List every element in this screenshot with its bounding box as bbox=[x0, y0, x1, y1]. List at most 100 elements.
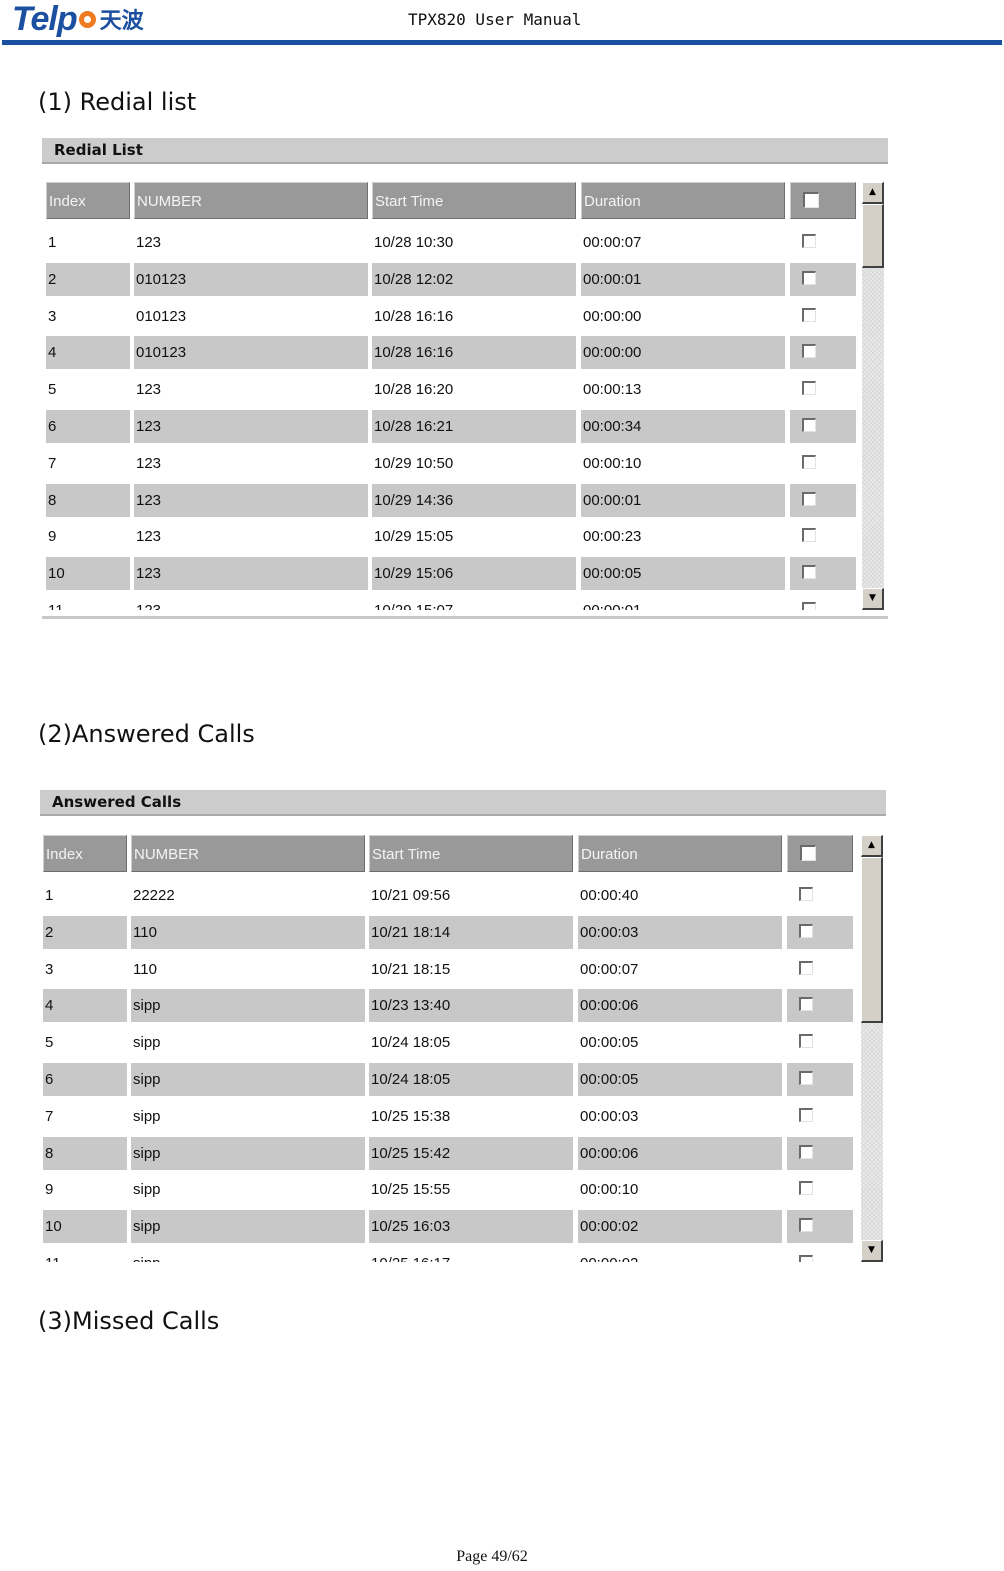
table-row[interactable]: 6 sipp 10/24 18:05 00:00:05 bbox=[43, 1063, 859, 1096]
cell-duration: 00:00:34 bbox=[581, 410, 785, 443]
cell-number: 123 bbox=[136, 454, 162, 472]
row-checkbox[interactable] bbox=[799, 1218, 813, 1233]
cell-duration: 00:00:07 bbox=[580, 960, 639, 978]
row-checkbox[interactable] bbox=[802, 602, 816, 610]
column-header-index[interactable]: Index bbox=[46, 182, 130, 219]
table-row[interactable]: 6 123 10/28 16:21 00:00:34 bbox=[46, 410, 862, 443]
cell-start-time: 10/21 18:15 bbox=[371, 960, 451, 978]
cell-start-time: 10/25 15:55 bbox=[371, 1181, 451, 1199]
table-header-row: Index NUMBER Start Time Duration bbox=[46, 182, 862, 219]
row-checkbox[interactable] bbox=[799, 997, 813, 1012]
row-checkbox[interactable] bbox=[802, 344, 816, 359]
table-row[interactable]: 7 123 10/29 10:50 00:00:10 bbox=[46, 447, 862, 480]
cell-duration: 00:00:01 bbox=[581, 262, 785, 296]
row-checkbox[interactable] bbox=[802, 234, 816, 248]
column-header-start-time[interactable]: Start Time bbox=[369, 835, 573, 872]
cell-index: 11 bbox=[43, 1247, 127, 1262]
row-checkbox[interactable] bbox=[799, 1034, 813, 1049]
cell-duration: 00:00:00 bbox=[581, 336, 785, 370]
document-title: TPX820 User Manual bbox=[408, 10, 582, 29]
column-header-number[interactable]: NUMBER bbox=[134, 182, 368, 219]
row-checkbox[interactable] bbox=[799, 1071, 813, 1085]
table-row[interactable]: 8 123 10/29 14:36 00:00:01 bbox=[46, 483, 862, 517]
table-row[interactable]: 4 sipp 10/23 13:40 00:00:06 bbox=[43, 989, 859, 1023]
scroll-thumb[interactable] bbox=[861, 857, 883, 1023]
row-checkbox[interactable] bbox=[799, 1255, 813, 1262]
row-checkbox[interactable] bbox=[799, 887, 813, 901]
column-header-number[interactable]: NUMBER bbox=[131, 835, 365, 872]
row-checkbox[interactable] bbox=[802, 307, 816, 322]
table-row[interactable]: 1 22222 10/21 09:56 00:00:40 bbox=[43, 879, 859, 912]
scroll-up-button[interactable]: ▲ bbox=[862, 182, 884, 204]
cell-number: 123 bbox=[134, 483, 368, 517]
table-row[interactable]: 9 sipp 10/25 15:55 00:00:10 bbox=[43, 1173, 859, 1206]
table-row[interactable]: 1 123 10/28 10:30 00:00:07 bbox=[46, 226, 862, 259]
cell-index: 3 bbox=[45, 960, 54, 978]
row-checkbox[interactable] bbox=[802, 491, 816, 506]
row-checkbox[interactable] bbox=[799, 923, 813, 938]
select-all-checkbox[interactable] bbox=[800, 845, 816, 861]
column-header-duration[interactable]: Duration bbox=[581, 182, 785, 219]
row-checkbox[interactable] bbox=[799, 960, 813, 975]
cell-start-time: 10/25 16:03 bbox=[369, 1210, 573, 1244]
table-row[interactable]: 9 123 10/29 15:05 00:00:23 bbox=[46, 520, 862, 553]
cell-index: 7 bbox=[48, 454, 57, 472]
cell-number: 123 bbox=[134, 557, 368, 591]
table-row[interactable]: 11 sipp 10/25 16:17 00:00:02 bbox=[43, 1247, 859, 1262]
cell-duration: 00:00:10 bbox=[583, 454, 642, 472]
column-header-start-time[interactable]: Start Time bbox=[372, 182, 576, 219]
table-header-row: Index NUMBER Start Time Duration bbox=[43, 835, 859, 872]
row-checkbox[interactable] bbox=[799, 1144, 813, 1159]
cell-start-time: 10/29 15:05 bbox=[374, 528, 454, 546]
row-checkbox[interactable] bbox=[802, 418, 816, 432]
cell-start-time: 10/29 15:07 bbox=[372, 594, 576, 610]
row-checkbox[interactable] bbox=[799, 1107, 813, 1122]
table-row[interactable]: 8 sipp 10/25 15:42 00:00:06 bbox=[43, 1136, 859, 1170]
cell-number: sipp bbox=[131, 1210, 365, 1244]
cell-select bbox=[787, 989, 853, 1023]
scroll-up-button[interactable]: ▲ bbox=[861, 835, 883, 857]
scroll-thumb[interactable] bbox=[862, 204, 884, 268]
cell-duration: 00:00:01 bbox=[581, 594, 785, 610]
redial-scrollbar[interactable]: ▲ ▼ bbox=[862, 182, 884, 610]
cell-start-time: 10/28 16:21 bbox=[372, 410, 576, 443]
cell-index: 8 bbox=[46, 483, 130, 517]
table-row[interactable]: 3 110 10/21 18:15 00:00:07 bbox=[43, 953, 859, 986]
cell-select bbox=[790, 447, 856, 480]
row-checkbox[interactable] bbox=[802, 454, 816, 469]
cell-select bbox=[790, 300, 856, 333]
table-row[interactable]: 7 sipp 10/25 15:38 00:00:03 bbox=[43, 1100, 859, 1133]
table-row[interactable]: 3 010123 10/28 16:16 00:00:00 bbox=[46, 300, 862, 333]
cell-select bbox=[790, 226, 856, 259]
row-checkbox[interactable] bbox=[802, 565, 816, 580]
cell-number: 123 bbox=[134, 594, 368, 610]
column-header-index[interactable]: Index bbox=[43, 835, 127, 872]
row-checkbox[interactable] bbox=[799, 1181, 813, 1196]
cell-select bbox=[787, 1063, 853, 1096]
table-row[interactable]: 4 010123 10/28 16:16 00:00:00 bbox=[46, 336, 862, 370]
table-row[interactable]: 1112310/29 15:07 00:00:01 bbox=[46, 594, 862, 610]
cell-start-time: 10/28 10:30 bbox=[374, 234, 454, 251]
table-row[interactable]: 10 123 10/29 15:06 00:00:05 bbox=[46, 557, 862, 591]
table-row[interactable]: 2 110 10/21 18:14 00:00:03 bbox=[43, 915, 859, 949]
scroll-down-button[interactable]: ▼ bbox=[861, 1240, 883, 1262]
redial-table-bottom-edge bbox=[42, 616, 888, 619]
row-checkbox[interactable] bbox=[802, 528, 816, 543]
table-row[interactable]: 5 123 10/28 16:20 00:00:13 bbox=[46, 373, 862, 406]
cell-start-time: 10/28 16:20 bbox=[374, 381, 454, 399]
table-row[interactable]: 2 010123 10/28 12:02 00:00:01 bbox=[46, 262, 862, 296]
select-all-checkbox[interactable] bbox=[803, 192, 819, 208]
table-row[interactable]: 5 sipp 10/24 18:05 00:00:05 bbox=[43, 1026, 859, 1059]
table-row[interactable]: 10 sipp 10/25 16:03 00:00:02 bbox=[43, 1210, 859, 1244]
cell-start-time: 10/28 12:02 bbox=[372, 262, 576, 296]
redial-list-panel: Redial List bbox=[42, 138, 888, 164]
cell-number: sipp bbox=[133, 1181, 161, 1199]
telpo-logo: Telp 天波 bbox=[12, 0, 144, 38]
row-checkbox[interactable] bbox=[802, 381, 816, 396]
row-checkbox[interactable] bbox=[802, 270, 816, 285]
scroll-down-button[interactable]: ▼ bbox=[862, 588, 884, 610]
answered-table: Index NUMBER Start Time Duration 1 22222 10/21… bbox=[43, 835, 885, 1262]
column-header-duration[interactable]: Duration bbox=[578, 835, 782, 872]
cell-start-time: 10/21 18:14 bbox=[369, 915, 573, 949]
answered-scrollbar[interactable]: ▲ ▼ bbox=[861, 835, 883, 1262]
